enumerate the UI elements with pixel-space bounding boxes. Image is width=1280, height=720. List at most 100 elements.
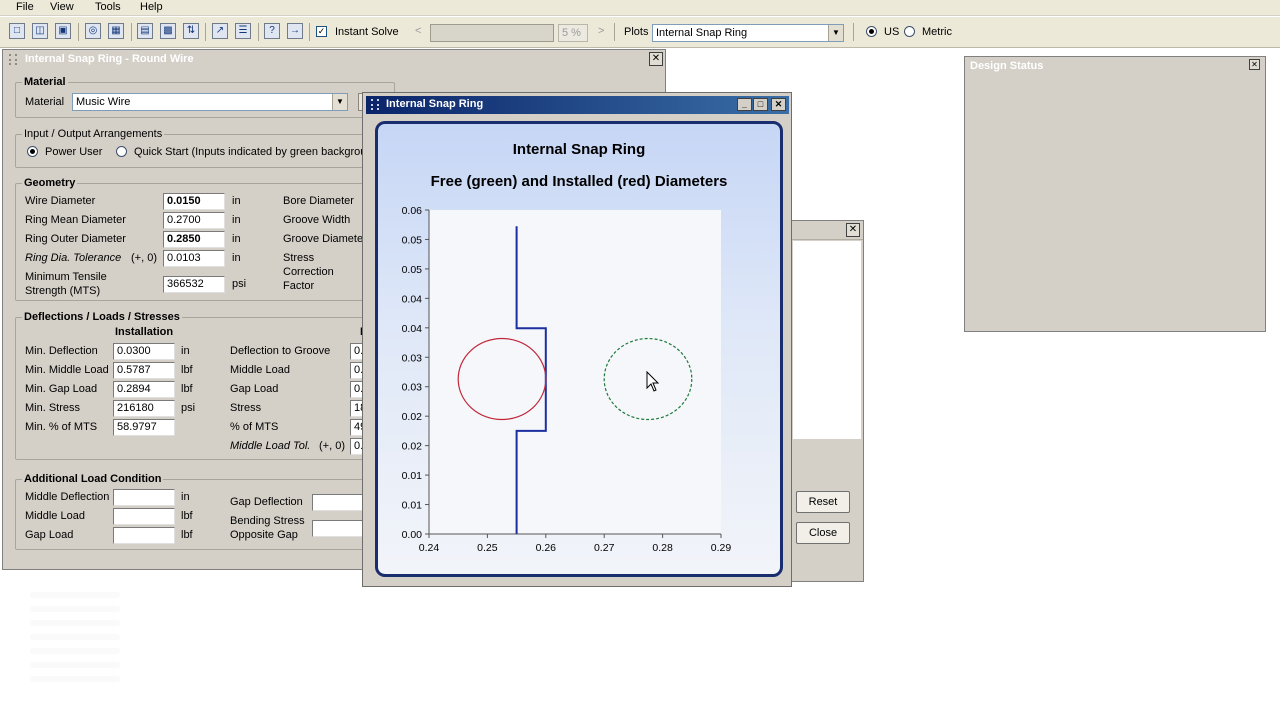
plot-window-titlebar[interactable]: Internal Snap Ring _ □ ✕ xyxy=(366,96,789,114)
y-tick-label: 0.05 xyxy=(402,234,423,246)
middle-load-tol-label: Middle Load Tol. xyxy=(230,440,311,452)
min-gap-load-input[interactable]: 0.2894 xyxy=(113,381,175,398)
background-decoration xyxy=(30,648,120,654)
ring-mean-diameter-input[interactable]: 0.2700 xyxy=(163,212,225,229)
design-status-titlebar[interactable]: Design Status xyxy=(965,57,1265,76)
ring-mean-diameter-unit: in xyxy=(232,214,241,226)
power-user-radio[interactable] xyxy=(27,146,38,157)
min-deflection-label: Min. Deflection xyxy=(25,345,98,357)
report-icon[interactable]: ▤ xyxy=(137,23,153,39)
deflections-legend: Deflections / Loads / Stresses xyxy=(24,311,180,323)
minimize-icon[interactable]: _ xyxy=(737,98,752,111)
toolbar-separator xyxy=(309,23,310,41)
library-icon[interactable]: ▦ xyxy=(108,23,124,39)
solve-progress-slider[interactable] xyxy=(430,24,554,42)
material-select-value: Music Wire xyxy=(76,96,131,108)
close-icon[interactable]: ✕ xyxy=(771,98,786,111)
close-icon[interactable]: ✕ xyxy=(846,223,860,237)
reset-button[interactable]: Reset xyxy=(796,491,850,513)
bending-stress-label-line1: Bending Stress xyxy=(230,515,305,527)
bulb-icon[interactable]: ◎ xyxy=(85,23,101,39)
x-tick-label: 0.29 xyxy=(711,542,732,554)
next-arrow-button[interactable]: > xyxy=(598,25,604,37)
toolbar-separator xyxy=(853,23,854,41)
x-tick-label: 0.24 xyxy=(419,542,440,554)
instant-solve-checkbox[interactable]: ✓ xyxy=(316,26,327,37)
wire-diameter-input[interactable]: 0.0150 xyxy=(163,193,225,210)
gap-load-add-label: Gap Load xyxy=(25,529,74,541)
min-tensile-strength-input[interactable]: 366532 xyxy=(163,276,225,293)
grid-icon[interactable]: ▩ xyxy=(160,23,176,39)
arrangement-legend: Input / Output Arrangements xyxy=(24,128,163,140)
list-icon[interactable]: ☰ xyxy=(235,23,251,39)
menu-tools[interactable]: Tools xyxy=(95,1,121,13)
ring-dia-tolerance-input[interactable]: 0.0103 xyxy=(163,250,225,267)
bending-stress-label-line2: Opposite Gap xyxy=(230,529,298,541)
min-stress-input[interactable]: 216180 xyxy=(113,400,175,417)
menu-view[interactable]: View xyxy=(50,1,74,13)
deflection-to-groove-label: Deflection to Groove xyxy=(230,345,331,357)
stress-correction-label-line1: Stress xyxy=(283,252,315,264)
plots-select[interactable]: Internal Snap Ring ▼ xyxy=(652,24,844,42)
installation-header: Installation xyxy=(115,326,174,338)
y-tick-label: 0.03 xyxy=(402,352,423,364)
help-icon[interactable]: ? xyxy=(264,23,280,39)
background-decoration xyxy=(30,634,120,640)
middle-deflection-input[interactable] xyxy=(113,489,175,506)
stress-correction-label-line2: Correction xyxy=(283,266,334,278)
maximize-icon[interactable]: □ xyxy=(753,98,768,111)
pct-mts-label: % of MTS xyxy=(230,421,279,433)
bore-diameter-label: Bore Diameter xyxy=(283,195,354,207)
close-icon[interactable]: ✕ xyxy=(1249,59,1260,70)
min-tensile-label-line1: Minimum Tensile xyxy=(25,271,107,283)
units-metric-radio[interactable] xyxy=(904,26,915,37)
menu-file[interactable]: File xyxy=(16,1,34,13)
toolbar-separator xyxy=(131,23,132,41)
ring-outer-diameter-input[interactable]: 0.2850 xyxy=(163,231,225,248)
gap-deflection-input[interactable] xyxy=(312,494,366,511)
main-window-title: Internal Snap Ring - Round Wire xyxy=(25,53,194,65)
min-tensile-strength-unit: psi xyxy=(232,278,247,290)
middle-load-add-input[interactable] xyxy=(113,508,175,525)
open-folder-icon[interactable]: ◫ xyxy=(32,23,48,39)
wire-diameter-label: Wire Diameter xyxy=(25,195,96,207)
chevron-down-icon[interactable]: ▼ xyxy=(332,94,347,110)
x-tick-label: 0.28 xyxy=(652,542,673,554)
groove-diameter-label: Groove Diameter xyxy=(283,233,367,245)
menu-help[interactable]: Help xyxy=(140,1,163,13)
percent-field[interactable]: 5 % xyxy=(558,24,588,42)
y-tick-label: 0.05 xyxy=(402,264,423,276)
design-status-panel: Design Status ✕ xyxy=(964,56,1266,332)
save-icon[interactable]: ▣ xyxy=(55,23,71,39)
ring-mean-diameter-label: Ring Mean Diameter xyxy=(25,214,126,226)
prev-arrow-button[interactable]: < xyxy=(415,25,421,37)
min-deflection-input[interactable]: 0.0300 xyxy=(113,343,175,360)
background-decoration xyxy=(30,606,120,612)
main-window-titlebar[interactable]: Internal Snap Ring - Round Wire xyxy=(3,50,665,69)
y-tick-label: 0.01 xyxy=(402,470,423,482)
material-select[interactable]: Music Wire ▼ xyxy=(72,93,348,111)
exit-icon[interactable]: → xyxy=(287,23,303,39)
units-us-radio[interactable] xyxy=(866,26,877,37)
middle-deflection-label: Middle Deflection xyxy=(25,491,110,503)
y-tick-label: 0.04 xyxy=(402,323,423,335)
export-icon[interactable]: ↗ xyxy=(212,23,228,39)
y-tick-label: 0.06 xyxy=(402,205,423,217)
chevron-down-icon[interactable]: ▼ xyxy=(828,25,843,41)
middle-load-tol-suffix: (+, 0) xyxy=(319,440,345,452)
transfer-icon[interactable]: ⇅ xyxy=(183,23,199,39)
min-middle-load-input[interactable]: 0.5787 xyxy=(113,362,175,379)
background-decoration xyxy=(30,662,120,668)
close-button[interactable]: Close xyxy=(796,522,850,544)
close-icon[interactable]: ✕ xyxy=(649,52,663,66)
new-file-icon[interactable]: □ xyxy=(9,23,25,39)
min-pct-mts-input[interactable]: 58.9797 xyxy=(113,419,175,436)
toolbar-separator xyxy=(614,23,615,41)
quick-start-label: Quick Start (Inputs indicated by green b… xyxy=(134,146,367,158)
bending-stress-input[interactable] xyxy=(312,520,366,537)
quick-start-radio[interactable] xyxy=(116,146,127,157)
y-tick-label: 0.00 xyxy=(402,529,423,541)
gap-load-add-input[interactable] xyxy=(113,527,175,544)
y-tick-label: 0.04 xyxy=(402,293,423,305)
groove-width-label: Groove Width xyxy=(283,214,351,226)
